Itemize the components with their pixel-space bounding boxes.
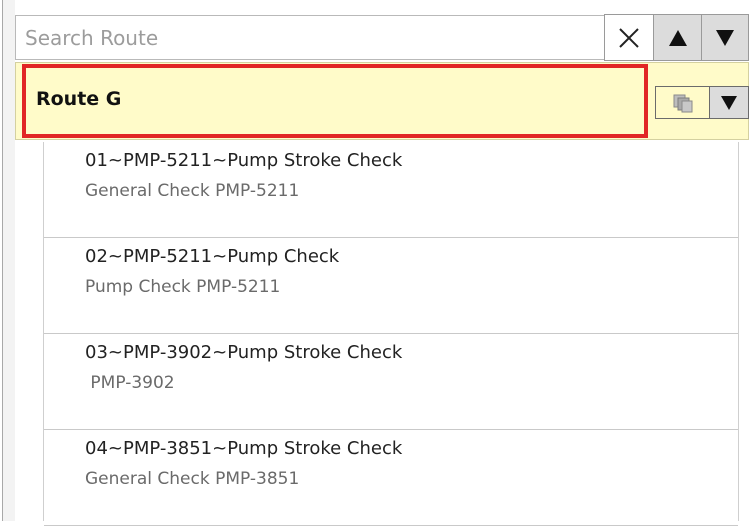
- item-title: 04~PMP-3851~Pump Stroke Check: [85, 438, 403, 459]
- clear-search-button[interactable]: [604, 14, 654, 61]
- triangle-down-icon: [716, 29, 734, 46]
- list-item[interactable]: 01~PMP-5211~Pump Stroke Check General Ch…: [44, 142, 738, 238]
- search-input[interactable]: [15, 15, 604, 60]
- list-item[interactable]: 03~PMP-3902~Pump Stroke Check PMP-3902: [44, 334, 738, 430]
- item-subtitle: General Check PMP-3851: [85, 469, 300, 489]
- panel-left-edge: [2, 0, 15, 521]
- item-title: 02~PMP-5211~Pump Check: [85, 246, 340, 267]
- list-item[interactable]: 04~PMP-3851~Pump Stroke Check General Ch…: [44, 430, 738, 526]
- copy-icon: [673, 94, 692, 112]
- item-subtitle: General Check PMP-5211: [85, 181, 300, 201]
- route-step-list: 01~PMP-5211~Pump Stroke Check General Ch…: [43, 142, 739, 526]
- list-item[interactable]: 02~PMP-5211~Pump Check Pump Check PMP-52…: [44, 238, 738, 334]
- item-subtitle: PMP-3902: [85, 373, 175, 393]
- triangle-down-icon: [721, 95, 737, 110]
- item-subtitle: Pump Check PMP-5211: [85, 277, 281, 297]
- route-menu-button[interactable]: [710, 87, 748, 118]
- copy-route-button[interactable]: [656, 87, 710, 118]
- item-title: 03~PMP-3902~Pump Stroke Check: [85, 342, 403, 363]
- close-icon: [619, 27, 639, 48]
- previous-route-button[interactable]: [654, 14, 702, 61]
- item-title: 01~PMP-5211~Pump Stroke Check: [85, 150, 403, 171]
- route-title[interactable]: Route G: [36, 88, 121, 110]
- next-route-button[interactable]: [702, 14, 749, 61]
- triangle-up-icon: [668, 29, 687, 46]
- route-actions: [655, 86, 749, 119]
